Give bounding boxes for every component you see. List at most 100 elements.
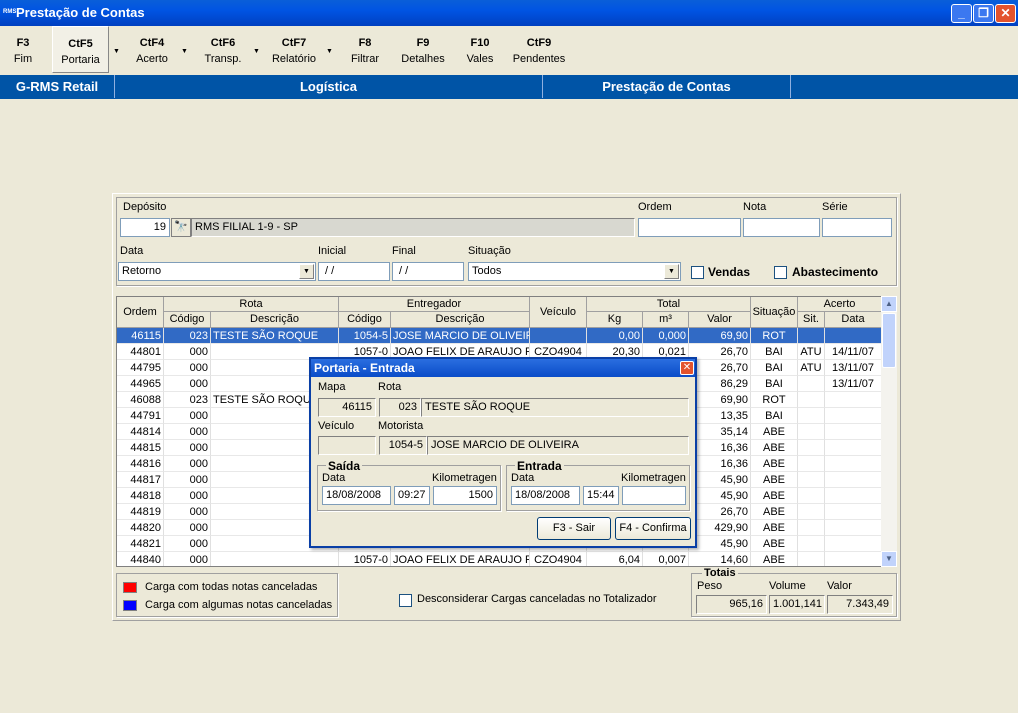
cell-valor[interactable]: 14,60 [689, 552, 751, 566]
entrada-km-input[interactable] [622, 486, 686, 505]
abastecimento-checkbox[interactable] [774, 266, 787, 279]
cell-acerto-data[interactable] [825, 472, 882, 488]
cell-situacao[interactable]: ABE [751, 440, 798, 456]
cell-acerto-data[interactable] [825, 392, 882, 408]
saida-date-input[interactable]: 18/08/2008 [322, 486, 391, 505]
cell-situacao[interactable]: ABE [751, 520, 798, 536]
toolbar-vales-button[interactable]: F10 Vales [462, 26, 498, 73]
cell-acerto-data[interactable] [825, 488, 882, 504]
cell-rota-codigo[interactable]: 000 [164, 456, 211, 472]
cell-acerto-data[interactable]: 14/11/07 [825, 344, 882, 360]
cell-situacao[interactable]: ABE [751, 472, 798, 488]
cell-rota-codigo[interactable]: 000 [164, 552, 211, 566]
relatorio-dropdown-icon[interactable]: ▼ [326, 48, 333, 55]
desconsiderar-checkbox[interactable] [399, 594, 412, 607]
col-kg-header[interactable]: Kg [587, 312, 643, 328]
cell-acerto-sit[interactable] [798, 472, 825, 488]
cell-entregador-codigo[interactable]: 1054-5 [339, 328, 391, 344]
cell-ordem[interactable]: 44791 [117, 408, 164, 424]
toolbar-pendentes-button[interactable]: CtF9 Pendentes [508, 26, 570, 73]
cell-valor[interactable]: 16,36 [689, 440, 751, 456]
col-ordem-header[interactable]: Ordem [117, 297, 164, 328]
cell-rota-codigo[interactable]: 000 [164, 520, 211, 536]
cell-acerto-sit[interactable] [798, 552, 825, 566]
data-select[interactable]: Retorno ▼ [118, 262, 316, 281]
cell-valor[interactable]: 26,70 [689, 344, 751, 360]
cell-acerto-data[interactable] [825, 424, 882, 440]
entrada-time-input[interactable]: 15:44 [583, 486, 619, 505]
cell-acerto-sit[interactable] [798, 456, 825, 472]
cell-valor[interactable]: 26,70 [689, 360, 751, 376]
cell-veiculo[interactable]: CZO4904 [530, 552, 587, 566]
cell-acerto-sit[interactable]: ATU [798, 344, 825, 360]
cell-rota-codigo[interactable]: 000 [164, 376, 211, 392]
deposito-code-input[interactable]: 19 [120, 218, 170, 237]
cell-acerto-data[interactable] [825, 456, 882, 472]
ordem-input[interactable] [638, 218, 741, 237]
cell-acerto-data[interactable] [825, 552, 882, 566]
cell-rota-descricao[interactable] [211, 552, 339, 566]
cell-valor[interactable]: 86,29 [689, 376, 751, 392]
cell-acerto-sit[interactable] [798, 408, 825, 424]
portaria-dropdown-icon[interactable]: ▼ [113, 48, 120, 55]
binoculars-search-icon[interactable]: 🔭 [171, 218, 191, 237]
serie-input[interactable] [822, 218, 892, 237]
vertical-scrollbar[interactable]: ▲ ▼ [881, 296, 897, 567]
cell-rota-codigo[interactable]: 000 [164, 360, 211, 376]
cell-acerto-data[interactable] [825, 536, 882, 552]
cell-situacao[interactable]: ABE [751, 456, 798, 472]
cell-entregador-codigo[interactable]: 1057-0 [339, 552, 391, 566]
col-m3-header[interactable]: m³ [643, 312, 689, 328]
cell-acerto-data[interactable] [825, 440, 882, 456]
cell-ordem[interactable]: 44965 [117, 376, 164, 392]
cell-ordem[interactable]: 46088 [117, 392, 164, 408]
saida-km-input[interactable]: 1500 [433, 486, 497, 505]
col-entregador-codigo-header[interactable]: Código [339, 312, 391, 328]
col-rota-descricao-header[interactable]: Descrição [211, 312, 339, 328]
cell-situacao[interactable]: BAI [751, 376, 798, 392]
confirma-button[interactable]: F4 - Confirma [615, 517, 691, 540]
transp-dropdown-icon[interactable]: ▼ [253, 48, 260, 55]
toolbar-portaria-button[interactable]: CtF5 Portaria [52, 26, 109, 73]
toolbar-acerto-button[interactable]: CtF4 Acerto [127, 26, 177, 73]
col-entregador-descricao-header[interactable]: Descrição [391, 312, 530, 328]
cell-situacao[interactable]: BAI [751, 360, 798, 376]
cell-m3[interactable]: 0,007 [643, 552, 689, 566]
cell-valor[interactable]: 13,35 [689, 408, 751, 424]
cell-rota-codigo[interactable]: 000 [164, 440, 211, 456]
cell-acerto-sit[interactable] [798, 424, 825, 440]
cell-acerto-data[interactable]: 13/11/07 [825, 360, 882, 376]
cell-ordem[interactable]: 44814 [117, 424, 164, 440]
cell-rota-descricao[interactable]: TESTE SÃO ROQUE [211, 328, 339, 344]
acerto-dropdown-icon[interactable]: ▼ [181, 48, 188, 55]
cell-kg[interactable]: 0,00 [587, 328, 643, 344]
cell-m3[interactable]: 0,000 [643, 328, 689, 344]
cell-entregador-descricao[interactable]: JOSE MARCIO DE OLIVEIRA [391, 328, 530, 344]
situacao-select[interactable]: Todos ▼ [468, 262, 681, 281]
chevron-down-icon[interactable]: ▼ [299, 264, 314, 279]
toolbar-fim-button[interactable]: F3 Fim [4, 26, 42, 73]
table-row[interactable]: 46115 023 TESTE SÃO ROQUE 1054-5 JOSE MARCIO… [117, 328, 882, 344]
cell-valor[interactable]: 26,70 [689, 504, 751, 520]
toolbar-filtrar-button[interactable]: F8 Filtrar [343, 26, 387, 73]
minimize-button[interactable]: _ [951, 4, 972, 23]
final-date-input[interactable]: / / [392, 262, 464, 281]
cell-ordem[interactable]: 44801 [117, 344, 164, 360]
cell-acerto-sit[interactable] [798, 440, 825, 456]
cell-valor[interactable]: 429,90 [689, 520, 751, 536]
cell-ordem[interactable]: 44820 [117, 520, 164, 536]
toolbar-relatorio-button[interactable]: CtF7 Relatório [266, 26, 322, 73]
cell-acerto-sit[interactable] [798, 328, 825, 344]
col-sit-header[interactable]: Sit. [798, 312, 825, 328]
dialog-close-icon[interactable]: ✕ [680, 361, 694, 375]
cell-acerto-sit[interactable]: ATU [798, 360, 825, 376]
cell-acerto-sit[interactable] [798, 504, 825, 520]
cell-rota-codigo[interactable]: 023 [164, 392, 211, 408]
cell-valor[interactable]: 69,90 [689, 392, 751, 408]
cell-situacao[interactable]: ABE [751, 536, 798, 552]
cell-rota-codigo[interactable]: 000 [164, 488, 211, 504]
col-rota-codigo-header[interactable]: Código [164, 312, 211, 328]
toolbar-transp-button[interactable]: CtF6 Transp. [197, 26, 249, 73]
cell-acerto-sit[interactable] [798, 536, 825, 552]
scroll-down-icon[interactable]: ▼ [881, 551, 897, 567]
